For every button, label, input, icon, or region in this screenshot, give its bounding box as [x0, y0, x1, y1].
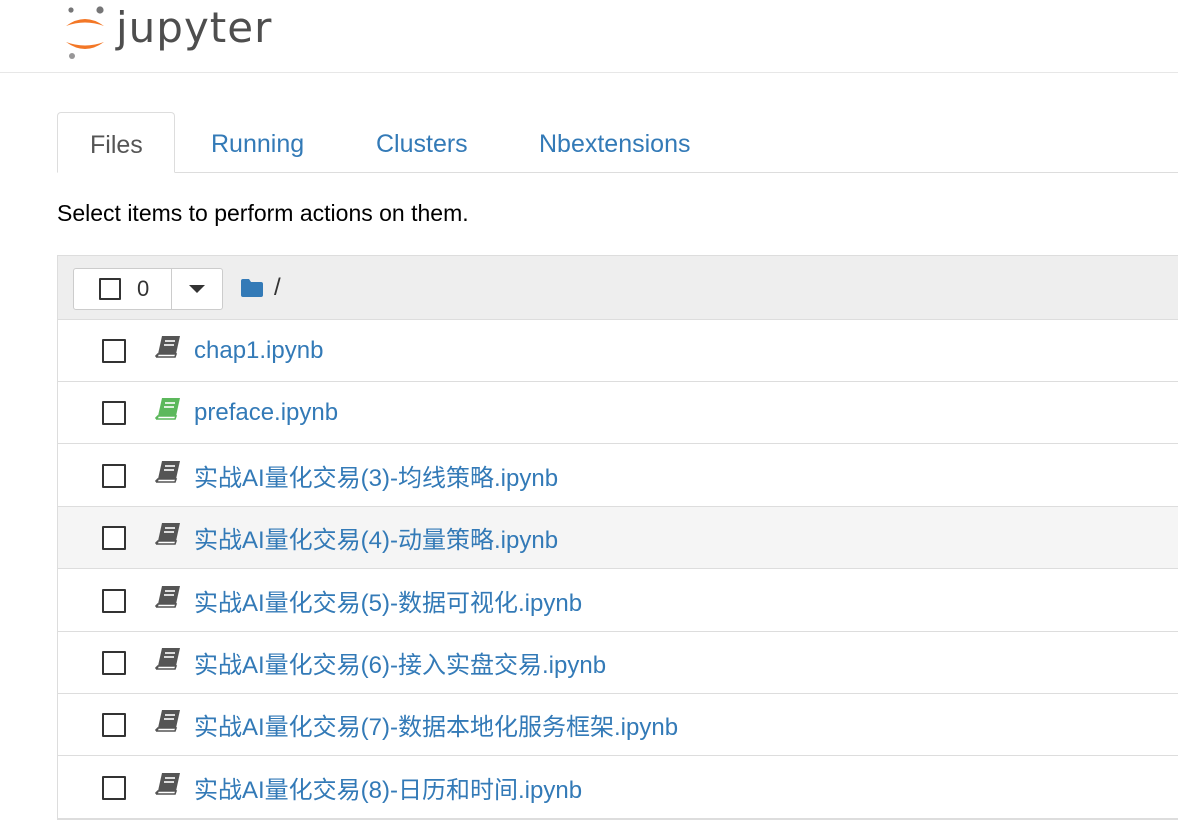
item-link[interactable]: 实战AI量化交易(7)-数据本地化服务框架.ipynb — [194, 707, 678, 742]
notebook-icon — [155, 460, 180, 483]
site-header: jupyter — [0, 0, 1178, 73]
selection-control: 0 — [73, 268, 223, 310]
select-all-button[interactable]: 0 — [74, 269, 172, 309]
notebook-icon — [155, 647, 180, 670]
notebook-icon — [155, 772, 180, 795]
tab-nbextensions[interactable]: Nbextensions — [507, 112, 722, 172]
item-link[interactable]: preface.ipynb — [194, 399, 338, 427]
breadcrumb-root[interactable]: / — [274, 274, 281, 302]
list-header: 0 / — [58, 256, 1178, 320]
item-link[interactable]: 实战AI量化交易(8)-日历和时间.ipynb — [194, 770, 582, 805]
notebook-icon — [155, 522, 180, 545]
list-item[interactable]: 实战AI量化交易(4)-动量策略.ipynb — [58, 507, 1178, 569]
folder-icon[interactable] — [240, 278, 264, 298]
selected-count: 0 — [137, 276, 150, 301]
item-checkbox[interactable] — [102, 463, 126, 488]
list-item[interactable]: 实战AI量化交易(8)-日历和时间.ipynb — [58, 757, 1178, 819]
item-checkbox[interactable] — [102, 525, 126, 550]
notebook-icon — [155, 585, 180, 608]
file-list: 0 / chap1.ipynb preface.ipynb 实战AI量化交易(3)-… — [57, 255, 1178, 820]
selection-dropdown-button[interactable] — [172, 269, 222, 309]
item-link[interactable]: 实战AI量化交易(3)-均线策略.ipynb — [194, 458, 558, 493]
list-item[interactable]: preface.ipynb — [58, 382, 1178, 444]
breadcrumb: / — [240, 273, 281, 303]
item-link[interactable]: chap1.ipynb — [194, 337, 323, 365]
list-item[interactable]: 实战AI量化交易(5)-数据可视化.ipynb — [58, 570, 1178, 632]
tab-files[interactable]: Files — [57, 112, 175, 173]
caret-down-icon — [189, 285, 205, 293]
logo-text: jupyter — [116, 3, 273, 52]
item-checkbox[interactable] — [102, 588, 126, 613]
jupyter-logo[interactable]: jupyter — [60, 2, 272, 66]
select-all-checkbox[interactable] — [99, 278, 121, 300]
notebook-icon — [155, 335, 180, 358]
notebook-icon — [155, 397, 180, 420]
item-checkbox[interactable] — [102, 400, 126, 425]
instructions-text: Select items to perform actions on them. — [57, 200, 469, 226]
tab-running[interactable]: Running — [179, 112, 336, 172]
tab-clusters[interactable]: Clusters — [344, 112, 500, 172]
item-checkbox[interactable] — [102, 712, 126, 737]
tab-bar: Files Running Clusters Nbextensions — [57, 112, 1178, 173]
item-checkbox[interactable] — [102, 775, 126, 800]
notebook-icon — [155, 709, 180, 732]
item-link[interactable]: 实战AI量化交易(6)-接入实盘交易.ipynb — [194, 645, 606, 680]
item-checkbox[interactable] — [102, 338, 126, 363]
item-link[interactable]: 实战AI量化交易(5)-数据可视化.ipynb — [194, 583, 582, 618]
list-item[interactable]: 实战AI量化交易(7)-数据本地化服务框架.ipynb — [58, 694, 1178, 756]
list-item[interactable]: 实战AI量化交易(3)-均线策略.ipynb — [58, 445, 1178, 507]
list-item[interactable]: chap1.ipynb — [58, 320, 1178, 382]
item-checkbox[interactable] — [102, 650, 126, 675]
item-link[interactable]: 实战AI量化交易(4)-动量策略.ipynb — [194, 520, 558, 555]
list-item[interactable]: 实战AI量化交易(6)-接入实盘交易.ipynb — [58, 632, 1178, 694]
jupyter-logo-icon — [66, 6, 104, 59]
